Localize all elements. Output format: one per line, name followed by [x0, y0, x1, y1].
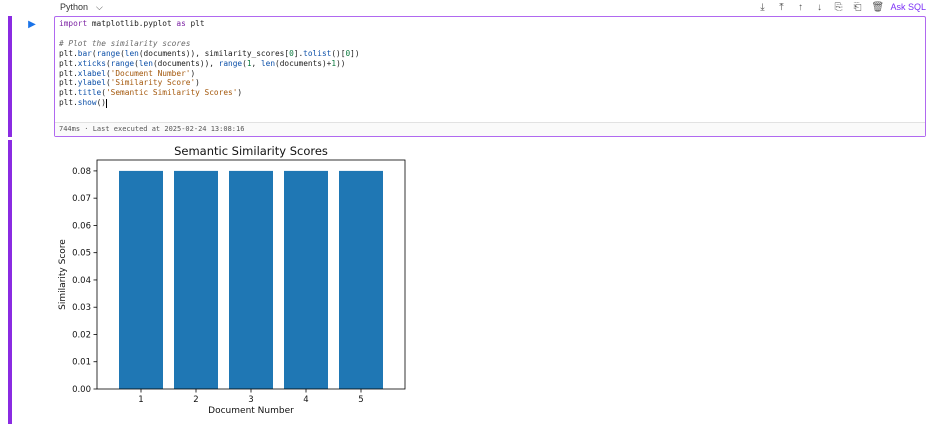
y-tick-label: 0.05 [72, 249, 91, 259]
code-line[interactable]: import matplotlib.pyplot as plt [59, 19, 360, 29]
ask-sql-button[interactable]: Ask SQL [890, 2, 926, 12]
text-cursor [105, 98, 107, 108]
bar-chart: Semantic Similarity Scores 0.00 0.01 0.02 0.… [58, 144, 406, 416]
y-tick-label: 0.01 [72, 358, 91, 368]
cell-focus-bar [8, 16, 12, 137]
run-cell-button[interactable]: ▶ [25, 18, 39, 32]
arrow-up-icon[interactable]: ↑ [795, 2, 805, 13]
x-tick-label: 4 [303, 395, 308, 405]
y-tick-label: 0.03 [72, 303, 91, 313]
chevron-down-icon: ⌵ [96, 1, 103, 12]
bar-2 [174, 170, 218, 389]
bar-1 [119, 170, 163, 389]
x-tick-label: 3 [248, 395, 253, 405]
copy-icon[interactable]: ⎘ [833, 2, 843, 13]
y-axis-label: Similarity Score [58, 239, 68, 310]
arrow-down-icon[interactable]: ↓ [814, 2, 824, 13]
code-line[interactable]: plt.xlabel('Document Number') [59, 69, 360, 79]
paste-icon[interactable]: ⎗ [852, 2, 862, 13]
language-selector[interactable]: Python ⌵ [60, 0, 103, 14]
chart-title: Semantic Similarity Scores [174, 144, 328, 158]
code-line[interactable]: plt.xticks(range(len(documents)), range(… [59, 59, 360, 69]
y-tick-label: 0.04 [72, 276, 91, 286]
code-line[interactable]: plt.title('Semantic Similarity Scores') [59, 88, 360, 98]
y-tick-label: 0.00 [72, 385, 91, 395]
code-editor[interactable]: import matplotlib.pyplot as plt # Plot t… [54, 16, 926, 137]
y-tick-label: 0.07 [72, 194, 91, 204]
pin-icon[interactable]: ⤒ [776, 2, 786, 13]
cell-toolbar: ⤓ ⤒ ↑ ↓ ⎘ ⎗ 🗑 Ask SQL [757, 0, 926, 14]
language-label: Python [60, 2, 89, 12]
output-focus-bar [8, 140, 12, 424]
trash-icon[interactable]: 🗑 [871, 2, 884, 13]
y-tick-label: 0.06 [72, 221, 91, 231]
code-line[interactable]: # Plot the similarity scores [59, 39, 360, 49]
code-line[interactable]: plt.ylabel('Similarity Score') [59, 78, 360, 88]
x-tick-label: 1 [138, 395, 143, 405]
bar-3 [229, 170, 273, 389]
code-line[interactable]: plt.bar(range(len(documents)), similarit… [59, 49, 360, 59]
y-tick-label: 0.02 [72, 330, 91, 340]
x-tick-label: 5 [358, 395, 363, 405]
x-axis-label: Document Number [208, 406, 294, 416]
code-line[interactable] [59, 29, 360, 39]
y-tick-label: 0.08 [72, 167, 91, 177]
bar-5 [339, 170, 383, 389]
chart-output: Semantic Similarity Scores 0.00 0.01 0.02 0.… [54, 142, 414, 432]
code-text[interactable]: import matplotlib.pyplot as plt # Plot t… [59, 19, 360, 108]
bar-4 [284, 170, 328, 389]
x-tick-label: 2 [193, 395, 198, 405]
code-line[interactable]: plt.show() [59, 98, 360, 108]
share-icon[interactable]: ⤓ [757, 2, 767, 13]
execution-status: 744ms · Last executed at 2025-02-24 13:0… [55, 122, 925, 136]
